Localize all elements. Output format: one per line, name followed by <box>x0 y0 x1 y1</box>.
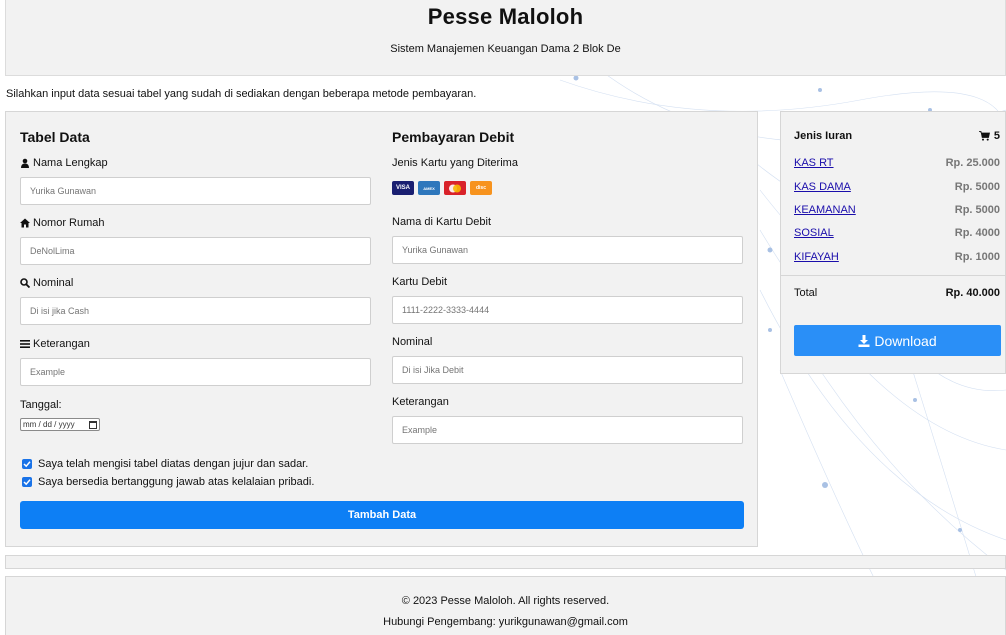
tanggal-date-input[interactable]: mm / dd / yyyy <box>20 418 100 431</box>
nominal-label: Nominal <box>33 277 74 289</box>
keterangan-label-row: Keterangan <box>20 338 90 350</box>
nama-label: Nama Lengkap <box>33 157 108 169</box>
site-title: Pesse Maloloh <box>427 4 584 29</box>
tabel-data-heading: Tabel Data <box>20 129 90 145</box>
nama-kartu-label: Nama di Kartu Debit <box>392 216 492 228</box>
honesty-checkbox[interactable] <box>22 459 32 469</box>
responsibility-check-row[interactable]: Saya bersedia bertanggung jawab atas kel… <box>22 476 314 488</box>
fee-row: KIFAYAH Rp. 1000 <box>794 251 1000 263</box>
nomor-rumah-input[interactable] <box>20 237 371 265</box>
kartu-debit-input[interactable] <box>392 296 743 324</box>
tambah-data-button[interactable]: Tambah Data <box>20 501 744 529</box>
fee-amount: Rp. 1000 <box>954 251 1000 263</box>
nominal-debit-label: Nominal <box>392 336 433 348</box>
fee-link-kas-rt[interactable]: KAS RT <box>794 157 834 169</box>
total-amount: Rp. 40.000 <box>945 287 1000 299</box>
accepted-cards: VISA AMEX disc <box>392 181 492 195</box>
user-icon <box>21 158 29 168</box>
total-label: Total <box>794 287 818 299</box>
download-button[interactable]: Download <box>794 325 1001 356</box>
fee-row: KEAMANAN Rp. 5000 <box>794 204 1000 216</box>
fee-amount: Rp. 25.000 <box>945 157 1000 169</box>
home-icon <box>20 218 30 228</box>
responsibility-check-label: Saya bersedia bertanggung jawab atas kel… <box>38 476 315 488</box>
form-panel: Tabel Data Nama Lengkap Nomor Rumah Nomi… <box>5 111 758 547</box>
pembayaran-debit-heading: Pembayaran Debit <box>392 129 515 145</box>
search-icon <box>20 278 30 288</box>
fee-link-kas-dama[interactable]: KAS DAMA <box>794 181 851 193</box>
rumah-label-row: Nomor Rumah <box>20 217 105 229</box>
cart-count: 5 <box>993 130 1000 142</box>
iuran-panel: Jenis Iuran 5 KAS RT Rp. 25.000 KAS DAMA… <box>780 111 1006 374</box>
iuran-header: Jenis Iuran 5 <box>794 130 1000 142</box>
cards-label: Jenis Kartu yang Diterima <box>392 157 518 169</box>
site-header: Pesse Maloloh Sistem Manajemen Keuangan … <box>5 0 1006 76</box>
tanggal-label: Tanggal: <box>20 399 62 411</box>
fee-row: SOSIAL Rp. 4000 <box>794 227 1000 239</box>
site-footer: © 2023 Pesse Maloloh. All rights reserve… <box>5 576 1006 635</box>
nama-lengkap-input[interactable] <box>20 177 371 205</box>
honesty-check-row[interactable]: Saya telah mengisi tabel diatas dengan j… <box>22 458 308 470</box>
copyright-text: © 2023 Pesse Maloloh. All rights reserve… <box>401 595 610 607</box>
kartu-debit-label: Kartu Debit <box>392 276 448 288</box>
keterangan-label: Keterangan <box>33 338 90 350</box>
contact-text: Hubungi Pengembang: yurikgunawan@gmail.c… <box>383 616 628 628</box>
fee-link-sosial[interactable]: SOSIAL <box>794 227 834 239</box>
site-subtitle: Sistem Manajemen Keuangan Dama 2 Blok De <box>390 43 621 55</box>
mastercard-icon <box>444 181 466 195</box>
fee-row: KAS DAMA Rp. 5000 <box>794 181 1000 193</box>
nama-kartu-input[interactable] <box>392 236 743 264</box>
discover-card-icon: disc <box>470 181 492 195</box>
amex-card-icon: AMEX <box>418 181 440 195</box>
date-placeholder: mm / dd / yyyy <box>23 420 75 429</box>
rumah-label: Nomor Rumah <box>33 217 105 229</box>
intro-text: Silahkan input data sesuai tabel yang su… <box>6 88 477 100</box>
honesty-check-label: Saya telah mengisi tabel diatas dengan j… <box>38 458 309 470</box>
list-icon <box>20 340 30 348</box>
total-row: Total Rp. 40.000 <box>794 287 1000 299</box>
nama-label-row: Nama Lengkap <box>20 157 108 169</box>
fee-amount: Rp. 5000 <box>954 181 1000 193</box>
tabel-data-column: Tabel Data Nama Lengkap Nomor Rumah Nomi… <box>20 112 372 431</box>
calendar-icon[interactable] <box>89 420 97 429</box>
keterangan-debit-input[interactable] <box>392 416 743 444</box>
download-label: Download <box>874 332 937 349</box>
keterangan-input[interactable] <box>20 358 371 386</box>
fee-amount: Rp. 4000 <box>954 227 1000 239</box>
fee-amount: Rp. 5000 <box>954 204 1000 216</box>
separator-strip <box>5 555 1006 569</box>
nominal-debit-input[interactable] <box>392 356 743 384</box>
nominal-cash-input[interactable] <box>20 297 371 325</box>
pembayaran-debit-column: Pembayaran Debit Jenis Kartu yang Diteri… <box>392 112 744 444</box>
download-icon <box>858 334 870 347</box>
fee-link-keamanan[interactable]: KEAMANAN <box>794 204 856 216</box>
visa-card-icon: VISA <box>392 181 414 195</box>
cart-icon <box>978 131 990 141</box>
keterangan-debit-label: Keterangan <box>392 396 449 408</box>
fee-row: KAS RT Rp. 25.000 <box>794 157 1000 169</box>
cart-counter: 5 <box>978 130 1000 142</box>
responsibility-checkbox[interactable] <box>22 477 32 487</box>
iuran-title: Jenis Iuran <box>794 130 853 142</box>
nominal-label-row: Nominal <box>20 277 73 289</box>
total-divider <box>781 275 1005 276</box>
fee-link-kifayah[interactable]: KIFAYAH <box>794 251 839 263</box>
